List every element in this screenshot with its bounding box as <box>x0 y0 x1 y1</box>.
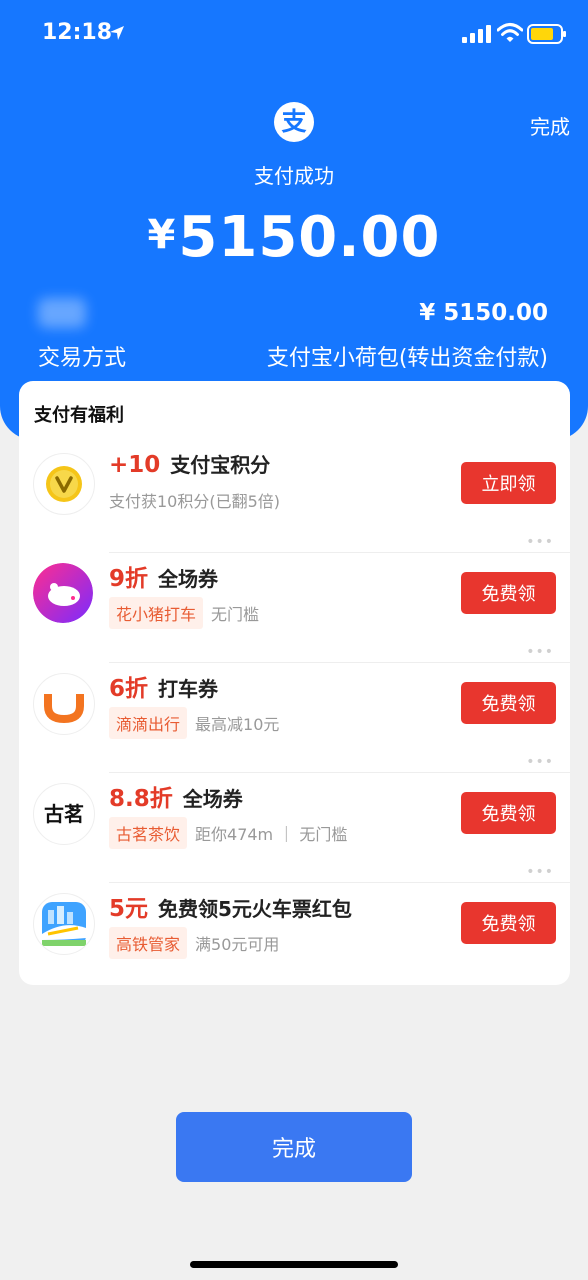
benefit-item-train: ••• 5元 免费领5元火车票红包 高铁管家 满50元可用 免费领 <box>19 864 570 993</box>
benefit-desc: 支付获10积分(已翻5倍) <box>109 492 281 511</box>
benefits-card: 支付有福利 +10 支付宝积分 支付获10积分(已翻5倍) 立即领 ••• 9折… <box>19 381 570 985</box>
payment-method-value: 支付宝小荷包(转出资金付款) <box>266 346 548 371</box>
alipay-logo-icon: 支 <box>274 102 314 142</box>
more-options-icon[interactable]: ••• <box>526 754 554 770</box>
transaction-amount: ¥ 5150.00 <box>419 300 548 326</box>
done-link[interactable]: 完成 <box>530 111 570 140</box>
benefit-item-points: +10 支付宝积分 支付获10积分(已翻5倍) 立即领 <box>19 443 570 553</box>
alipay-logo-char: 支 <box>281 107 307 136</box>
merchant-tag: 高铁管家 <box>109 927 188 959</box>
payment-method-label: 交易方式 <box>38 346 127 371</box>
benefit-item-didi: ••• 6折 打车券 滴滴出行 最高减10元 免费领 <box>19 644 570 773</box>
benefit-item-guming: ••• 古茗 8.8折 全场券 古茗茶饮 距你474m ｜ 无门槛 免费领 <box>19 754 570 883</box>
status-bar: 12:18 <box>0 0 588 70</box>
huaxiaozhu-pig-icon <box>33 563 93 623</box>
guming-logo-text: 古茗 <box>44 802 84 826</box>
claim-huaxiaozhu-button[interactable]: 免费领 <box>461 572 556 614</box>
high-speed-train-icon <box>33 893 95 955</box>
merchant-tag: 滴滴出行 <box>109 707 188 739</box>
benefit-highlight: 6折 <box>109 676 149 702</box>
merchant-tag: 古茗茶饮 <box>109 817 188 849</box>
benefit-title: 全场券 <box>182 787 243 811</box>
benefit-title: 全场券 <box>158 567 219 591</box>
benefits-title: 支付有福利 <box>34 405 124 426</box>
claim-points-button[interactable]: 立即领 <box>461 462 556 504</box>
amount-value: 5150.00 <box>178 205 441 270</box>
more-options-icon[interactable]: ••• <box>526 644 554 660</box>
benefit-title: 打车券 <box>158 677 219 701</box>
done-button[interactable]: 完成 <box>176 1112 412 1182</box>
more-options-icon[interactable]: ••• <box>526 864 554 880</box>
benefit-title: 免费领5元火车票红包 <box>158 897 352 921</box>
cellular-signal-icon <box>462 25 491 43</box>
benefit-highlight: 9折 <box>109 566 149 592</box>
benefit-highlight: 8.8折 <box>109 786 173 812</box>
blurred-merchant-info <box>38 298 86 328</box>
benefit-desc: 距你474m ｜ 无门槛 <box>195 825 348 844</box>
claim-train-button[interactable]: 免费领 <box>461 902 556 944</box>
payment-header: 12:18 完成 支 支付成功 ¥5150.00 ¥ 5150.00 交易方式 … <box>0 0 588 440</box>
claim-guming-button[interactable]: 免费领 <box>461 792 556 834</box>
benefit-highlight: +10 <box>109 452 161 478</box>
payment-amount: ¥5150.00 <box>0 205 588 270</box>
location-arrow-icon <box>110 26 124 40</box>
currency-symbol: ¥ <box>147 212 177 258</box>
status-time: 12:18 <box>42 20 113 45</box>
benefit-title: 支付宝积分 <box>170 453 271 477</box>
payment-success-title: 支付成功 <box>254 164 334 188</box>
wifi-icon <box>497 23 523 42</box>
home-indicator[interactable] <box>190 1261 398 1268</box>
battery-icon <box>527 24 566 44</box>
more-options-icon[interactable]: ••• <box>526 534 554 550</box>
benefit-desc: 最高减10元 <box>195 715 280 734</box>
benefit-desc: 无门槛 <box>211 605 260 624</box>
didi-icon <box>33 673 95 735</box>
points-coin-icon <box>33 453 95 515</box>
benefit-highlight: 5元 <box>109 896 149 922</box>
benefit-desc: 满50元可用 <box>195 935 280 954</box>
claim-didi-button[interactable]: 免费领 <box>461 682 556 724</box>
benefit-item-huaxiaozhu: ••• 9折 全场券 花小猪打车 无门槛 免费领 <box>19 534 570 663</box>
merchant-tag: 花小猪打车 <box>109 597 204 629</box>
guming-icon: 古茗 <box>33 783 95 845</box>
